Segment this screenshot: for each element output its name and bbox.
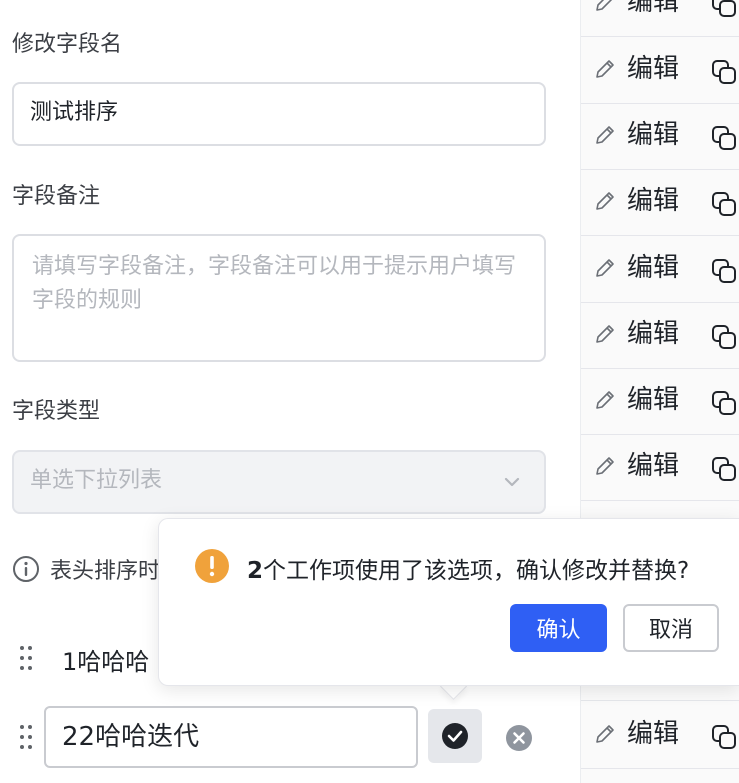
popover-message-text: 个工作项使用了该选项，确认修改并替换? [263,558,690,584]
sort-hint-text: 表头排序时 [50,559,161,584]
copy-icon[interactable] [711,125,737,151]
option-edit-input[interactable]: 22哈哈迭代 [44,706,418,768]
field-type-select: 单选下拉列表 [12,450,546,514]
pencil-icon[interactable] [593,256,617,280]
edit-link[interactable]: 编辑 [627,316,679,352]
option-label[interactable]: 1哈哈哈 [62,642,149,677]
edit-link[interactable]: 编辑 [627,448,679,484]
pencil-icon[interactable] [593,722,617,746]
row-actions: 编辑 [581,37,739,104]
copy-icon[interactable] [711,191,737,217]
affected-count: 2 [247,558,264,584]
row-actions: 编辑 [581,702,739,769]
field-name-input[interactable]: 测试排序 [12,82,546,146]
edit-link[interactable]: 编辑 [627,716,679,752]
replace-confirm-popover: 2个工作项使用了该选项，确认修改并替换? 确认 取消 [158,518,739,686]
option-save-button[interactable] [428,709,482,763]
row-actions: 编辑 [581,103,739,170]
field-type-label: 字段类型 [12,399,101,424]
edit-link[interactable]: 编辑 [627,183,679,219]
cancel-button[interactable]: 取消 [623,604,719,652]
pencil-icon[interactable] [593,454,617,478]
row-actions: 编辑 [581,434,739,501]
copy-icon[interactable] [711,0,737,18]
remark-textarea[interactable]: 请填写字段备注，字段备注可以用于提示用户填写字段的规则 [12,234,546,362]
copy-icon[interactable] [711,59,737,85]
copy-icon[interactable] [711,390,737,416]
pencil-icon[interactable] [593,0,617,14]
pencil-icon[interactable] [593,189,617,213]
popover-message: 2个工作项使用了该选项，确认修改并替换? [247,551,689,585]
edit-link[interactable]: 编辑 [627,51,679,87]
row-actions: 编辑 [581,302,739,369]
copy-icon[interactable] [711,258,737,284]
field-name-label: 修改字段名 [12,32,123,57]
info-icon [13,556,39,582]
row-actions: 编辑 [581,368,739,435]
check-circle-icon [442,723,468,749]
warning-icon [195,549,229,583]
remark-label: 字段备注 [12,184,101,209]
pencil-icon[interactable] [593,388,617,412]
edit-link[interactable]: 编辑 [627,382,679,418]
edit-link[interactable]: 编辑 [627,117,679,153]
pencil-icon[interactable] [593,322,617,346]
copy-icon[interactable] [711,456,737,482]
drag-handle-icon[interactable] [18,723,34,751]
confirm-button[interactable]: 确认 [510,604,607,652]
edit-link[interactable]: 编辑 [627,0,679,20]
sort-hint: 表头排序时 [12,552,160,586]
row-actions: 编辑 [581,236,739,303]
drag-handle-icon[interactable] [18,644,34,672]
pencil-icon[interactable] [593,123,617,147]
field-type-value: 单选下拉列表 [30,468,163,493]
copy-icon[interactable] [711,324,737,350]
close-circle-icon[interactable] [505,724,533,752]
edit-link[interactable]: 编辑 [627,250,679,286]
pencil-icon[interactable] [593,57,617,81]
row-actions: 编辑 [581,0,739,37]
copy-icon[interactable] [711,724,737,750]
row-actions: 编辑 [581,169,739,236]
chevron-down-icon [504,477,520,487]
